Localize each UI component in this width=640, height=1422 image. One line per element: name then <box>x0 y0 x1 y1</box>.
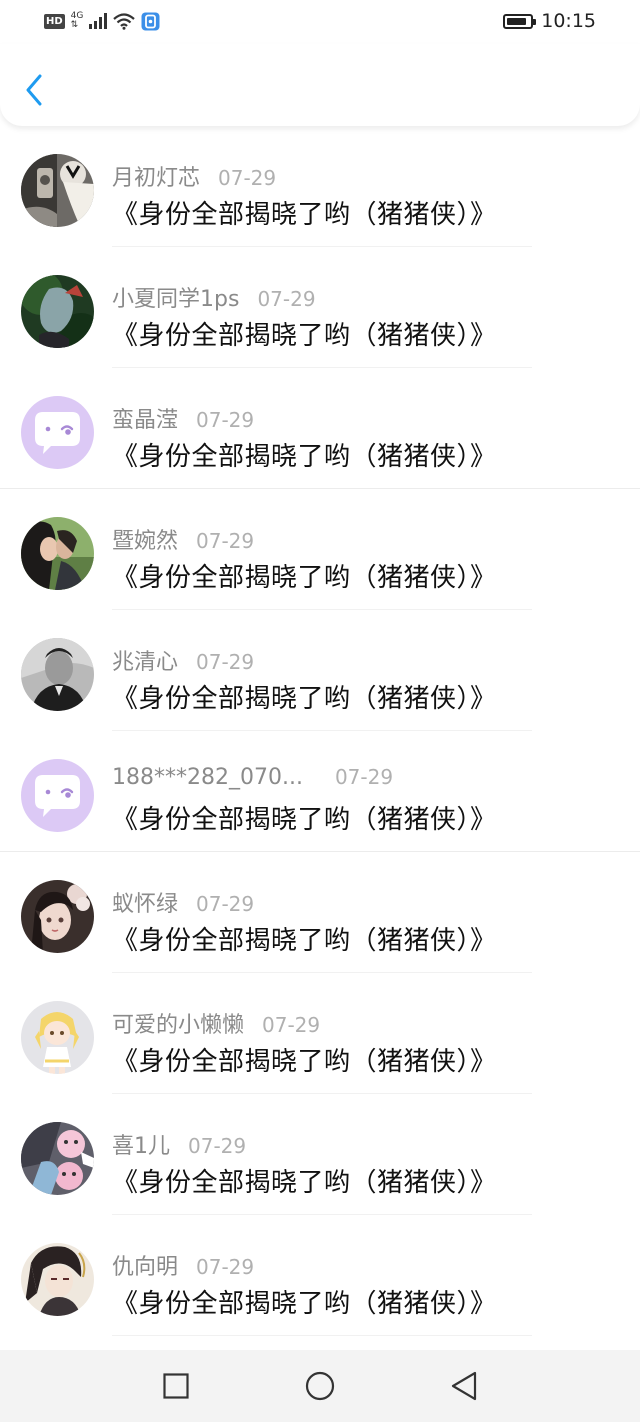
user-name[interactable]: 188***282_070... <box>112 765 303 790</box>
user-name[interactable]: 仇向明 <box>112 1249 178 1281</box>
comment-row[interactable]: 兆清心 07-29 《身份全部揭晓了哟（猪猪侠）》 <box>0 610 640 731</box>
comment-date: 07-29 <box>257 287 316 311</box>
avatar-photo-icon <box>21 275 94 348</box>
avatar[interactable] <box>21 880 94 953</box>
comment-meta: 仇向明 07-29 <box>112 1249 254 1281</box>
divider <box>112 1335 532 1336</box>
avatar-photo-icon <box>21 517 94 590</box>
comment-meta: 可爱的小懒懒 07-29 <box>112 1007 320 1039</box>
system-nav-bar <box>0 1350 640 1422</box>
user-name[interactable]: 喜1儿 <box>112 1128 170 1160</box>
avatar-photo-icon <box>21 880 94 953</box>
avatar-photo-icon <box>21 1243 94 1316</box>
comment-row[interactable]: 可爱的小懒懒 07-29 《身份全部揭晓了哟（猪猪侠）》 <box>0 973 640 1094</box>
comment-row[interactable]: 小夏同学1ps 07-29 《身份全部揭晓了哟（猪猪侠）》 <box>0 247 640 368</box>
comment-row[interactable]: 月初灯芯 07-29 《身份全部揭晓了哟（猪猪侠）》 <box>0 126 640 247</box>
comment-text[interactable]: 《身份全部揭晓了哟（猪猪侠）》 <box>112 1283 497 1320</box>
status-icons-right: 10:15 <box>503 10 596 32</box>
comment-date: 07-29 <box>196 892 255 916</box>
comment-row[interactable]: 蛮晶滢 07-29 《身份全部揭晓了哟（猪猪侠）》 <box>0 368 640 489</box>
comment-text[interactable]: 《身份全部揭晓了哟（猪猪侠）》 <box>112 799 497 836</box>
comment-text[interactable]: 《身份全部揭晓了哟（猪猪侠）》 <box>112 436 497 473</box>
hd-badge: HD <box>44 13 65 29</box>
user-name[interactable]: 小夏同学1ps <box>112 281 239 313</box>
battery-level <box>507 17 526 25</box>
comment-meta: 月初灯芯 07-29 <box>112 160 276 192</box>
user-name[interactable]: 暨婉然 <box>112 523 178 555</box>
signal-icon <box>89 13 108 29</box>
comment-meta: 暨婉然 07-29 <box>112 523 254 555</box>
comment-meta: 兆清心 07-29 <box>112 644 254 676</box>
triangle-back-icon <box>451 1371 477 1401</box>
comment-row[interactable]: 188***282_070... 07-29 《身份全部揭晓了哟（猪猪侠）》 <box>0 731 640 852</box>
recent-apps-button[interactable] <box>159 1369 193 1403</box>
comment-date: 07-29 <box>196 1255 255 1279</box>
comment-date: 07-29 <box>218 166 277 190</box>
comment-date: 07-29 <box>334 765 394 789</box>
comment-date: 07-29 <box>188 1134 247 1158</box>
user-name[interactable]: 蛮晶滢 <box>112 402 178 434</box>
user-name[interactable]: 可爱的小懒懒 <box>112 1007 244 1039</box>
default-avatar-icon <box>21 759 94 832</box>
user-name[interactable]: 月初灯芯 <box>112 160 200 192</box>
avatar[interactable] <box>21 396 94 469</box>
app-notification-icon <box>141 12 160 30</box>
comment-text[interactable]: 《身份全部揭晓了哟（猪猪侠）》 <box>112 315 497 352</box>
comment-meta: 蚁怀绿 07-29 <box>112 886 254 918</box>
comment-meta: 188***282_070... 07-29 <box>112 765 393 790</box>
status-icons-left: HD 4G ⇅ <box>44 10 160 32</box>
comment-date: 07-29 <box>196 650 255 674</box>
user-name[interactable]: 兆清心 <box>112 644 178 676</box>
comment-text[interactable]: 《身份全部揭晓了哟（猪猪侠）》 <box>112 1162 497 1199</box>
comment-meta: 小夏同学1ps 07-29 <box>112 281 316 313</box>
back-button[interactable] <box>16 66 52 114</box>
comment-meta: 喜1儿 07-29 <box>112 1128 246 1160</box>
avatar-photo-icon <box>21 1001 94 1074</box>
avatar[interactable] <box>21 638 94 711</box>
comment-text[interactable]: 《身份全部揭晓了哟（猪猪侠）》 <box>112 557 497 594</box>
avatar[interactable] <box>21 1122 94 1195</box>
circle-icon <box>305 1371 335 1401</box>
comment-row[interactable]: 蚁怀绿 07-29 《身份全部揭晓了哟（猪猪侠）》 <box>0 852 640 973</box>
avatar[interactable] <box>21 154 94 227</box>
comment-list[interactable]: 月初灯芯 07-29 《身份全部揭晓了哟（猪猪侠）》 小夏同学1ps 07-29… <box>0 126 640 1348</box>
avatar[interactable] <box>21 275 94 348</box>
avatar-photo-icon <box>21 1122 94 1195</box>
comment-row[interactable]: 喜1儿 07-29 《身份全部揭晓了哟（猪猪侠）》 <box>0 1094 640 1215</box>
battery-icon <box>503 13 537 29</box>
square-icon <box>163 1373 189 1399</box>
comment-text[interactable]: 《身份全部揭晓了哟（猪猪侠）》 <box>112 678 497 715</box>
header <box>0 44 640 126</box>
network-activity-icon: ⇅ <box>70 20 79 30</box>
clock: 10:15 <box>541 10 596 32</box>
user-name[interactable]: 蚁怀绿 <box>112 886 178 918</box>
comment-meta: 蛮晶滢 07-29 <box>112 402 254 434</box>
comment-date: 07-29 <box>262 1013 321 1037</box>
default-avatar-icon <box>21 396 94 469</box>
avatar[interactable] <box>21 1243 94 1316</box>
comment-text[interactable]: 《身份全部揭晓了哟（猪猪侠）》 <box>112 1041 497 1078</box>
avatar[interactable] <box>21 759 94 832</box>
network-type: 4G ⇅ <box>71 12 84 30</box>
comment-date: 07-29 <box>196 529 255 553</box>
chevron-left-icon <box>26 74 42 106</box>
comment-row[interactable]: 仇向明 07-29 《身份全部揭晓了哟（猪猪侠）》 <box>0 1215 640 1336</box>
status-bar: HD 4G ⇅ 10:15 <box>0 0 640 44</box>
comment-text[interactable]: 《身份全部揭晓了哟（猪猪侠）》 <box>112 194 497 231</box>
comment-date: 07-29 <box>196 408 255 432</box>
wifi-icon <box>113 12 136 30</box>
comment-row[interactable]: 暨婉然 07-29 《身份全部揭晓了哟（猪猪侠）》 <box>0 489 640 610</box>
home-button[interactable] <box>303 1369 337 1403</box>
comment-text[interactable]: 《身份全部揭晓了哟（猪猪侠）》 <box>112 920 497 957</box>
avatar[interactable] <box>21 517 94 590</box>
system-back-button[interactable] <box>447 1369 481 1403</box>
avatar[interactable] <box>21 1001 94 1074</box>
avatar-photo-icon <box>21 638 94 711</box>
avatar-photo-icon <box>21 154 94 227</box>
